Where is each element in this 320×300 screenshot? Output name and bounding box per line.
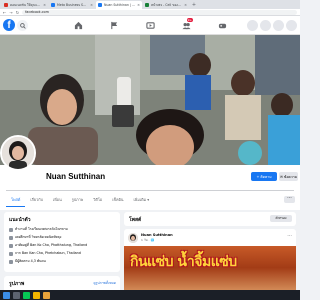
intro-row-education: เคยศึกษาที่ วิทยาลัยเทคนิคพัทลุง	[9, 235, 61, 240]
intro-row-text: มีผู้ติดตาม 4,3 พันคน	[15, 259, 46, 263]
cover-photo[interactable]	[0, 35, 300, 165]
profile-name: Nuan Sutthinan	[46, 172, 106, 181]
menu-button[interactable]	[247, 20, 258, 31]
tab-posts[interactable]: โพสต์	[6, 192, 26, 207]
home-icon	[9, 243, 13, 248]
tab-about[interactable]: เกี่ยวกับ	[25, 192, 48, 207]
tab-favicon-icon	[51, 3, 55, 7]
browser-tab-2[interactable]: Meta Business Suite ×	[49, 1, 95, 9]
new-tab-button[interactable]: +	[190, 1, 198, 9]
tab-close-icon[interactable]: ×	[184, 3, 187, 7]
os-taskbar	[0, 290, 300, 300]
facebook-top-bar: f 9+	[0, 16, 300, 35]
gaming-icon	[218, 23, 226, 29]
post-author-avatar[interactable]	[128, 233, 138, 243]
intro-row-text: ทำงานที่ โรงเรียนเทศบาลวัดโคกขาม	[15, 227, 68, 231]
post-author-name[interactable]: Nuan Sutthinan	[141, 233, 173, 237]
followers-icon	[9, 259, 13, 264]
intro-row-work: ทำงานที่ โรงเรียนเทศบาลวัดโคกขาม	[9, 227, 68, 232]
tab-favicon-icon	[4, 3, 8, 7]
browser-tab-4[interactable]: หน้าเพจ - Cell ของยอดขายทั้ง ×	[143, 1, 189, 9]
message-button[interactable]: ✉ ข้อความ	[279, 172, 298, 181]
search-button[interactable]	[17, 20, 28, 31]
intro-row-from: จาก Ban Kan Cha, Phetchabun, Thailand	[9, 251, 81, 256]
tab-videos[interactable]: วิดีโอ	[88, 192, 107, 207]
follow-icon: +	[256, 174, 260, 179]
search-icon	[19, 22, 26, 29]
photos-title: รูปภาพ	[9, 281, 25, 287]
video-icon	[145, 22, 155, 29]
facebook-logo[interactable]: f	[3, 19, 15, 31]
nav-home[interactable]	[68, 16, 88, 35]
groups-icon	[181, 22, 191, 30]
follow-button[interactable]: + ติดตาม	[251, 172, 277, 181]
tab-checkins[interactable]: เช็คอิน	[107, 192, 128, 207]
profile-more-button[interactable]: ···	[284, 196, 295, 203]
nav-marketplace[interactable]	[140, 16, 160, 35]
profile-avatar[interactable]	[0, 135, 36, 171]
start-icon[interactable]	[3, 291, 10, 299]
posts-title: โพสต์	[129, 217, 142, 223]
tab-close-icon[interactable]: ×	[90, 3, 93, 7]
line-app-icon[interactable]	[23, 291, 30, 299]
address-bar: ← → ↻ facebook.com	[0, 9, 300, 16]
account-controls	[247, 20, 297, 31]
browser-tab-1[interactable]: คอนเนคชั่น ให้คุณเพิ่มเติม ×	[2, 1, 48, 9]
intro-row-followers: มีผู้ติดตาม 4,3 พันคน	[9, 259, 46, 264]
filter-button[interactable]: ตัวกรอง	[270, 215, 292, 222]
explorer-icon[interactable]	[43, 291, 50, 299]
profile-divider	[6, 190, 294, 191]
see-all-photos-link[interactable]: ดูรูปภาพทั้งหมด	[94, 281, 116, 286]
account-avatar[interactable]	[286, 20, 297, 31]
nav-notifications[interactable]: 9+	[176, 16, 196, 35]
post-image-text: กินแซ่บ น้ำจิ้มแซ่บ	[130, 254, 237, 270]
intro-row-lives: อาศัยอยู่ที่ Ban Ko Cho, Phatthalung, Th…	[9, 243, 87, 248]
search-icon[interactable]	[13, 291, 20, 299]
post-date[interactable]: 1 วัน · 🌐	[141, 238, 154, 243]
intro-row-text: เคยศึกษาที่ วิทยาลัยเทคนิคพัทลุง	[15, 235, 62, 239]
notifications-button[interactable]	[273, 20, 284, 31]
follow-label: ติดตาม	[260, 174, 272, 179]
messenger-icon: ✉	[279, 174, 283, 179]
cover-photo-image	[0, 35, 300, 165]
message-label: ข้อความ	[283, 174, 297, 179]
posts-header: โพสต์ ตัวกรอง	[124, 212, 296, 226]
intro-title: แนะนำตัว	[9, 217, 31, 223]
profile-avatar-image	[2, 137, 34, 169]
tab-title: Nuan Sutthinan | Facebook	[104, 3, 136, 7]
tab-favicon-icon	[145, 3, 149, 7]
browser-tab-bar: คอนเนคชั่น ให้คุณเพิ่มเติม × Meta Busine…	[0, 0, 300, 9]
home-icon	[74, 21, 82, 30]
tab-close-icon[interactable]: ×	[43, 3, 46, 7]
tab-more[interactable]: เพิ่มเติม ▾	[129, 192, 155, 207]
work-icon	[9, 227, 13, 232]
notification-badge: 9+	[186, 18, 193, 22]
main-nav: 9+	[60, 16, 240, 35]
tab-title: Meta Business Suite	[57, 3, 89, 7]
intro-row-text: อาศัยอยู่ที่ Ban Ko Cho, Phatthalung, Th…	[15, 243, 88, 247]
forward-icon[interactable]: →	[9, 10, 12, 15]
tab-title: หน้าเพจ - Cell ของยอดขายทั้ง	[151, 2, 182, 7]
location-icon	[9, 251, 13, 256]
nav-watch[interactable]	[104, 16, 124, 35]
intro-card: แนะนำตัว ทำงานที่ โรงเรียนเทศบาลวัดโคกขา…	[4, 212, 120, 272]
url-input[interactable]: facebook.com	[22, 9, 297, 15]
flag-icon	[110, 21, 117, 30]
post-author-avatar-image	[128, 233, 138, 243]
messenger-button[interactable]	[260, 20, 271, 31]
tab-photos[interactable]: รูปภาพ	[67, 192, 89, 207]
post-more-button[interactable]: ···	[287, 233, 292, 239]
education-icon	[9, 235, 13, 240]
back-icon[interactable]: ←	[3, 10, 6, 15]
nav-gaming[interactable]	[212, 16, 232, 35]
profile-tabs: โพสต์ เกี่ยวกับ เพื่อน รูปภาพ วิดีโอ เช็…	[6, 192, 154, 207]
tab-friends[interactable]: เพื่อน	[48, 192, 67, 207]
tab-favicon-icon	[98, 3, 102, 7]
chrome-icon[interactable]	[33, 291, 40, 299]
tab-title: คอนเนคชั่น ให้คุณเพิ่มเติม	[10, 2, 42, 7]
browser-tab-3[interactable]: Nuan Sutthinan | Facebook ×	[96, 1, 142, 9]
tab-close-icon[interactable]: ×	[137, 3, 140, 7]
intro-row-text: จาก Ban Kan Cha, Phetchabun, Thailand	[15, 251, 81, 255]
reload-icon[interactable]: ↻	[16, 10, 19, 15]
